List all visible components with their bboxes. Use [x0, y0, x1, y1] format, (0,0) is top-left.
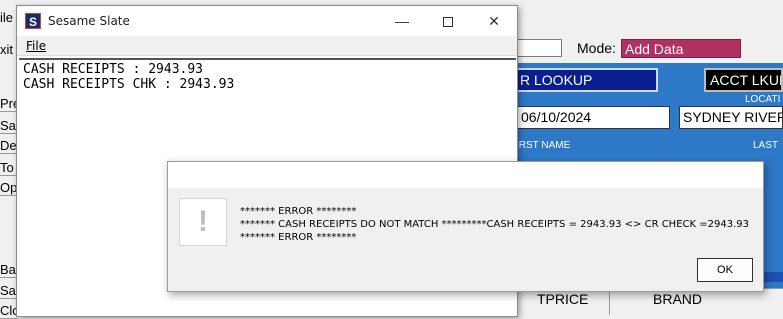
dialog-body: ! ******* ERROR ******** ******* CASH RE…: [168, 188, 763, 291]
error-message-line: ******* ERROR ********: [240, 232, 357, 243]
warning-icon: !: [179, 198, 227, 246]
location-label: LOCATI: [745, 94, 781, 105]
minimize-button[interactable]: —: [379, 6, 425, 36]
mode-value: Add Data: [621, 39, 741, 58]
minimize-icon: —: [395, 13, 409, 29]
close-icon: ✕: [488, 13, 500, 29]
bg-menu-file[interactable]: ile: [0, 10, 13, 25]
acct-lookup-button[interactable]: ACCT LKUP: [704, 68, 783, 92]
window-title: Sesame Slate: [48, 14, 130, 28]
ok-button[interactable]: OK: [697, 258, 753, 282]
menu-file[interactable]: File: [26, 39, 46, 53]
last-name-label: LAST: [753, 140, 779, 151]
error-dialog: ! ******* ERROR ******** ******* CASH RE…: [167, 161, 764, 292]
grid-column-tprice[interactable]: TPRICE: [537, 291, 588, 307]
close-button[interactable]: ✕: [471, 6, 517, 36]
maximize-button[interactable]: [425, 6, 471, 36]
dialog-titlebar[interactable]: [168, 162, 763, 188]
bg-menu-exit[interactable]: xit: [0, 42, 13, 57]
slate-menubar: File: [17, 36, 517, 56]
error-message-line: ******* ERROR ********: [240, 206, 357, 217]
menu-file-label: File: [26, 39, 47, 53]
text-line: CASH RECEIPTS CHK : 2943.93: [23, 77, 235, 92]
text-line: CASH RECEIPTS : 2943.93: [23, 62, 204, 77]
app-icon: S: [25, 13, 41, 29]
mode-label: Mode:: [577, 40, 616, 56]
first-name-label: IRST NAME: [516, 140, 571, 151]
bg-top-input[interactable]: [516, 39, 562, 57]
location-field[interactable]: SYDNEY RIVER: [679, 106, 783, 129]
lookup-button[interactable]: R LOOKUP: [516, 68, 658, 92]
grid-column-brand[interactable]: BRAND: [653, 291, 702, 307]
slate-titlebar[interactable]: S Sesame Slate — ✕: [17, 6, 517, 36]
grid-column-divider: [609, 288, 610, 315]
maximize-icon: [443, 17, 453, 28]
error-message-line: ******* CASH RECEIPTS DO NOT MATCH *****…: [240, 219, 749, 230]
date-field[interactable]: 06/10/2024: [516, 106, 670, 129]
